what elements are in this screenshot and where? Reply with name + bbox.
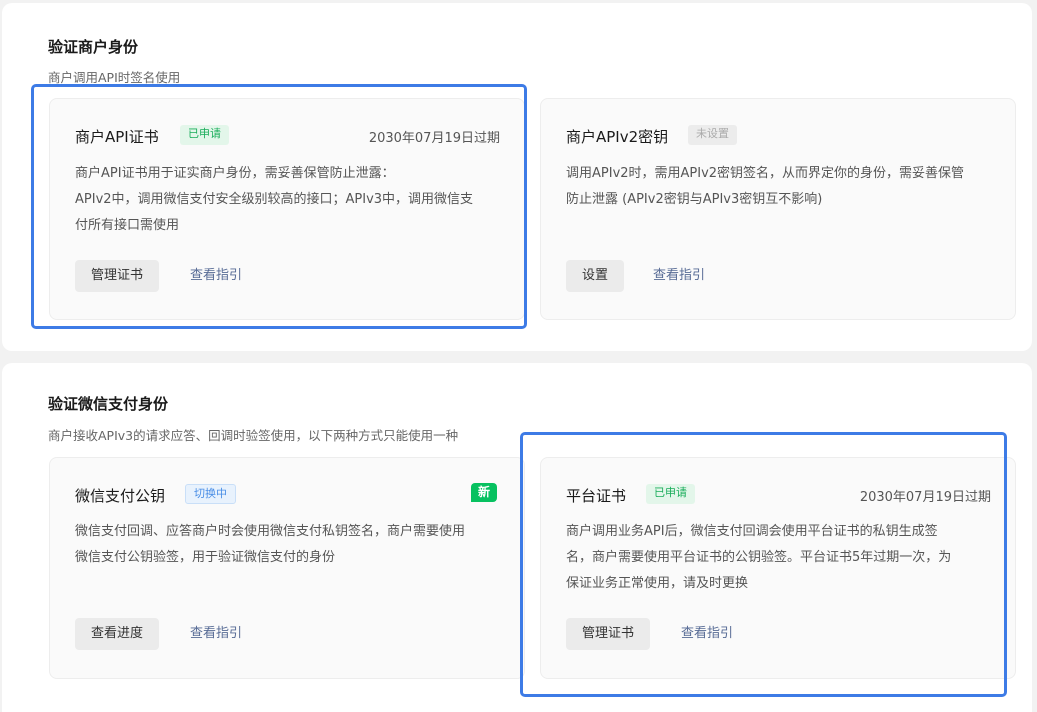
expiry-date: 2030年07月19日过期 <box>859 490 991 505</box>
status-badge: 已申请 <box>646 484 695 504</box>
merchant-api-cert-card: 商户API证书 已申请 2030年07月19日过期 商户API证书用于证实商户身… <box>49 98 525 320</box>
verify-merchant-identity-section: 验证商户身份 商户调用API时签名使用 商户API证书 已申请 2030年07月… <box>2 3 1032 351</box>
manage-cert-button[interactable]: 管理证书 <box>566 618 651 650</box>
card-title: 平台证书 <box>566 487 627 505</box>
card-title: 商户APIv2密钥 <box>566 128 669 146</box>
status-badge: 已申请 <box>180 125 229 145</box>
view-guide-link[interactable]: 查看指引 <box>653 260 705 292</box>
view-guide-link[interactable]: 查看指引 <box>681 618 733 650</box>
status-badge: 切换中 <box>185 484 236 504</box>
section-subtitle: 商户调用API时签名使用 <box>48 70 181 85</box>
card-description: 调用APIv2时，需用APIv2密钥签名，从而界定你的身份，需妥善保管 防止泄露… <box>566 166 965 207</box>
expiry-date: 2030年07月19日过期 <box>368 131 500 146</box>
platform-cert-card: 平台证书 已申请 2030年07月19日过期 商户调用业务API后，微信支付回调… <box>540 457 1016 679</box>
section-title: 验证商户身份 <box>48 38 139 56</box>
card-description: 商户调用业务API后，微信支付回调会使用平台证书的私钥生成签 名，商户需要使用平… <box>566 524 952 591</box>
new-badge: 新 <box>471 483 498 502</box>
view-guide-link[interactable]: 查看指引 <box>190 260 242 292</box>
verify-wechatpay-identity-section: 验证微信支付身份 商户接收APIv3的请求应答、回调时验签使用，以下两种方式只能… <box>2 363 1032 712</box>
view-progress-button[interactable]: 查看进度 <box>75 618 160 650</box>
section-title: 验证微信支付身份 <box>48 395 169 413</box>
card-title: 微信支付公钥 <box>75 487 166 505</box>
card-title: 商户API证书 <box>75 128 159 146</box>
merchant-apiv2-key-card: 商户APIv2密钥 未设置 调用APIv2时，需用APIv2密钥签名，从而界定你… <box>540 98 1016 320</box>
set-key-button[interactable]: 设置 <box>566 260 625 292</box>
wechatpay-public-key-card: 微信支付公钥 切换中 新 微信支付回调、应答商户时会使用微信支付私钥签名，商户需… <box>49 457 525 679</box>
view-guide-link[interactable]: 查看指引 <box>190 618 242 650</box>
manage-cert-button[interactable]: 管理证书 <box>75 260 160 292</box>
section-subtitle: 商户接收APIv3的请求应答、回调时验签使用，以下两种方式只能使用一种 <box>48 428 459 443</box>
status-badge: 未设置 <box>688 125 737 145</box>
card-description: 商户API证书用于证实商户身份，需妥善保管防止泄露： APIv2中，调用微信支付… <box>75 166 474 233</box>
card-description: 微信支付回调、应答商户时会使用微信支付私钥签名，商户需要使用 微信支付公钥验签，… <box>75 524 466 565</box>
